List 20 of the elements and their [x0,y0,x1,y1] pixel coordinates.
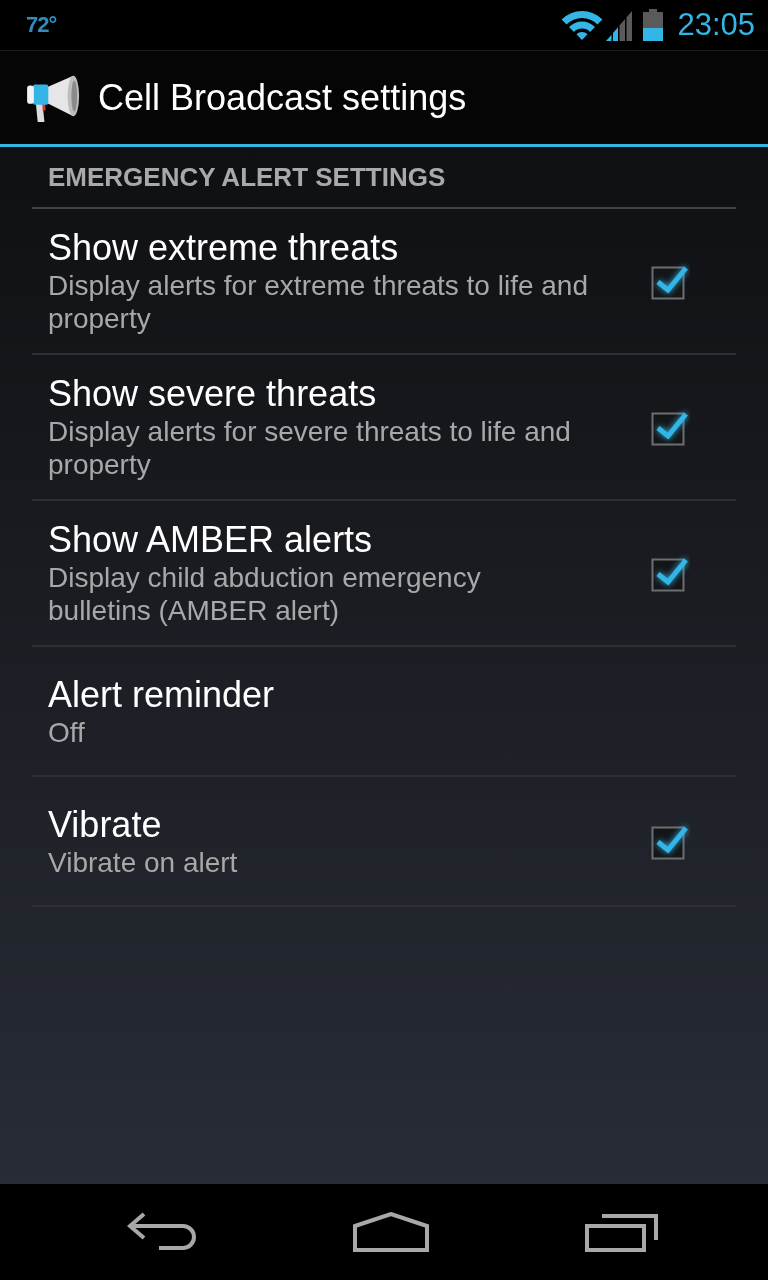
clock-time: 23:05 [677,7,755,43]
recent-apps-icon [585,1212,659,1252]
wifi-icon [561,10,604,41]
signal-icon [606,11,633,41]
preference-summary: Display child abduction emergency bulletins (AMBER alert) [48,561,482,627]
preference-title: Show extreme threats [48,227,400,269]
preference-summary: Off [48,715,86,749]
back-icon [127,1212,197,1252]
preference-summary: Vibrate on alert [48,845,239,879]
home-icon [353,1212,429,1252]
preference-title: Show severe threats [48,373,378,415]
preference-title: Show AMBER alerts [48,519,374,561]
section-header: EMERGENCY ALERT SETTINGS [48,161,446,193]
weather-temperature: 72° [26,12,57,38]
preference-summary: Display alerts for extreme threats to life and property [48,269,589,335]
screen-title: Cell Broadcast settings [98,76,467,119]
battery-icon [643,9,664,41]
preference-title: Vibrate [48,803,163,846]
preference-summary: Display alerts for severe threats to life and property [48,415,572,481]
preference-title: Alert reminder [48,673,276,716]
